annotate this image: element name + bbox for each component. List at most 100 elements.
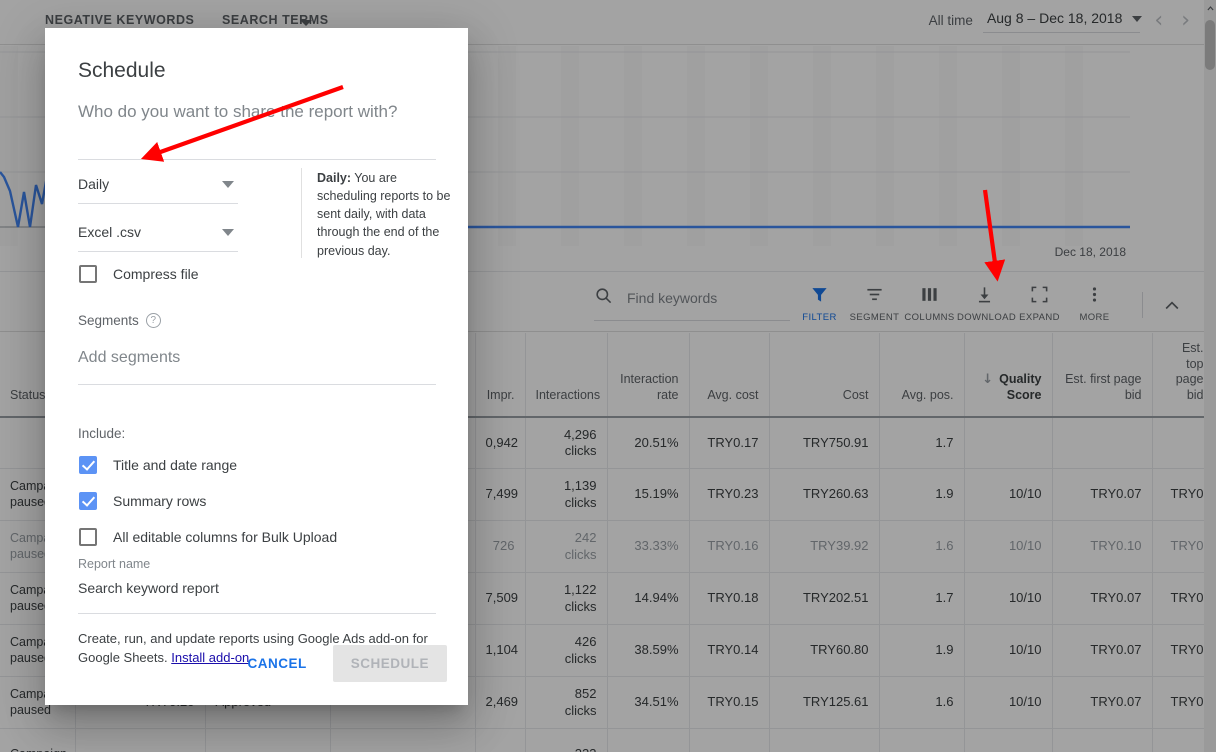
segment-icon [847,282,902,306]
cell-est-top-page-bid [1152,416,1204,469]
tab-negative-keywords[interactable]: NEGATIVE KEYWORDS [45,13,194,27]
tab-search-terms[interactable]: SEARCH TERMS [222,13,329,27]
cell-interactions: 1,139 clicks [525,468,608,521]
col-avg-pos[interactable]: Avg. pos. [879,333,965,418]
cell-est-first-page-bid [1052,416,1153,469]
frequency-hint-lead: Daily: [317,171,352,185]
filter-caption: FILTER [802,312,837,323]
include-title-date-row[interactable]: Title and date range [79,456,237,474]
chevron-down-icon [222,229,234,236]
page-scrollbar[interactable] [1204,0,1216,752]
include-bulk-columns-row[interactable]: All editable columns for Bulk Upload [79,528,337,546]
cell-avg-pos: 1.7 [879,572,965,625]
table-expand-button[interactable]: EXPAND [1012,282,1067,323]
scroll-up-icon[interactable] [1204,0,1216,16]
date-range-value[interactable]: Aug 8 – Dec 18, 2018 [982,8,1143,33]
compress-file-checkbox-row[interactable]: Compress file [79,265,199,283]
include-title-date-checkbox[interactable] [79,456,97,474]
filter-icon [792,282,847,306]
col-avg-cost[interactable]: Avg. cost [689,333,770,418]
cell-impr: 2,469 [475,676,526,729]
table-row[interactable]: Campaign 223 [0,728,1204,752]
col-cost[interactable]: Cost [769,333,880,418]
frequency-value: Daily [78,176,110,192]
col-impr[interactable]: Impr. [475,333,526,418]
interactions-unit: clicks [564,494,597,510]
share-field-underline [78,159,436,160]
cell-avg-cost [689,728,770,752]
col-quality-score-label: Quality Score [999,371,1042,402]
interactions-value: 852 [574,686,597,702]
compress-file-checkbox[interactable] [79,265,97,283]
cell-interactions: 852 clicks [525,676,608,729]
segment-button[interactable]: SEGMENT [847,282,902,323]
segments-label: Segments [78,313,139,328]
interactions-unit: clicks [564,650,597,666]
cell-avg-pos: 1.7 [879,416,965,469]
chevron-down-icon [222,181,234,188]
columns-caption: COLUMNS [904,312,955,323]
help-circle-icon[interactable]: ? [145,313,161,328]
columns-icon [902,282,957,306]
cell-impr: 1,104 [475,624,526,677]
search-input[interactable]: Find keywords [594,286,790,321]
include-bulk-columns-checkbox[interactable] [79,528,97,546]
download-button[interactable]: DOWNLOAD [957,282,1017,323]
col-est-first-page-bid[interactable]: Est. first page bid [1052,333,1153,418]
cell-interaction-rate: 33.33% [607,520,690,573]
include-summary-rows-row[interactable]: Summary rows [79,492,206,510]
date-next-button[interactable]: › [1177,9,1194,32]
segments-label-row: Segments ? [78,313,161,328]
col-est-top-page-bid[interactable]: Est. top page bid [1152,333,1204,418]
cancel-button[interactable]: CANCEL [233,646,320,681]
cell-quality-score: 10/10 [964,624,1053,677]
cell-quality-score: 10/10 [964,676,1053,729]
cell-cost: TRY39.92 [769,520,880,573]
chevron-down-icon[interactable] [300,20,312,26]
more-button[interactable]: MORE [1067,282,1122,323]
columns-button[interactable]: COLUMNS [902,282,957,323]
col-interactions[interactable]: Interactions [525,333,608,418]
cell-avg-pos [879,728,965,752]
add-segments-input[interactable]: Add segments [78,349,436,385]
cell-cost [769,728,880,752]
cell-interaction-rate: 34.51% [607,676,690,729]
cell-cost: TRY260.63 [769,468,880,521]
download-caption: DOWNLOAD [957,312,1017,323]
interactions-value: 426 [574,634,597,650]
report-name-input[interactable]: Search keyword report [78,580,436,614]
date-range-picker[interactable]: All time Aug 8 – Dec 18, 2018 ‹ › [929,8,1194,33]
frequency-select[interactable]: Daily [78,176,238,204]
date-prev-button[interactable]: ‹ [1150,9,1167,32]
toolbar-divider [1142,292,1143,318]
cell-avg-cost: TRY0.18 [689,572,770,625]
cell-est-top-page-bid: TRY0 [1152,676,1204,729]
interactions-value: 242 [574,530,597,546]
cell-quality-score [964,728,1053,752]
col-quality-score[interactable]: ↓ Quality Score [964,333,1053,418]
cell-policy [205,728,331,752]
scrollbar-thumb[interactable] [1205,20,1215,70]
cell-cost: TRY750.91 [769,416,880,469]
file-format-select[interactable]: Excel .csv [78,224,238,252]
cell-interactions: 426 clicks [525,624,608,677]
cell-avg-pos: 1.9 [879,624,965,677]
cell-est-top-page-bid: TRY0 [1152,520,1204,573]
cell-est-first-page-bid [1052,728,1153,752]
interactions-value: 1,139 [563,478,597,494]
cell-interactions: 242 clicks [525,520,608,573]
cell-interaction-rate [607,728,690,752]
include-summary-rows-label: Summary rows [113,493,207,509]
col-interaction-rate[interactable]: Interaction rate [607,333,690,418]
collapse-chart-button[interactable] [1162,296,1182,321]
segment-caption: SEGMENT [849,312,900,323]
interactions-unit: clicks [564,598,597,614]
schedule-report-dialog: Schedule Who do you want to share the re… [45,28,468,705]
schedule-button[interactable]: SCHEDULE [332,645,447,682]
cell-est-top-page-bid: TRY0 [1152,572,1204,625]
cell-interaction-rate: 38.59% [607,624,690,677]
date-range-text: Aug 8 – Dec 18, 2018 [986,10,1123,26]
cell-quality-score: 10/10 [964,520,1053,573]
include-summary-rows-checkbox[interactable] [79,492,97,510]
filter-button[interactable]: FILTER [792,282,847,323]
